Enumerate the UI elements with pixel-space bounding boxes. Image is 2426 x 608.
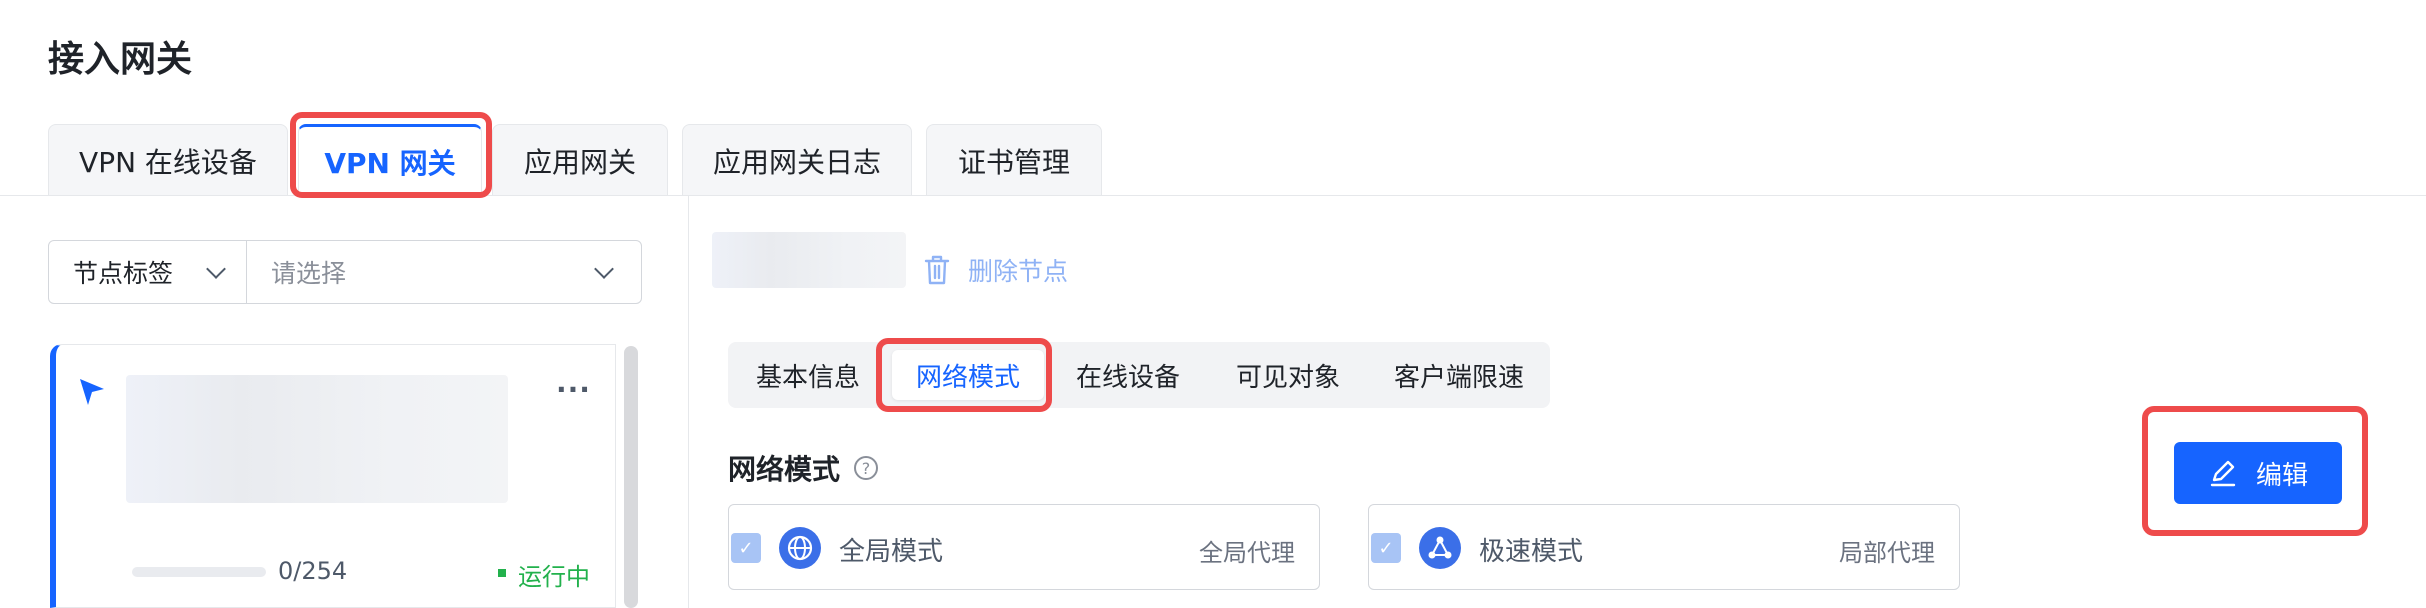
trash-icon <box>924 255 950 285</box>
mode-tag: 局部代理 <box>1839 539 1935 567</box>
help-icon[interactable]: ? <box>854 456 879 480</box>
tab-basic-info[interactable]: 基本信息 <box>736 342 880 408</box>
mode-card-fast[interactable]: ✓ 极速模式 局部代理 <box>1368 504 1960 590</box>
tag-value-placeholder: 请选择 <box>271 259 347 288</box>
tab-app-gateway-log[interactable]: 应用网关日志 <box>682 124 912 196</box>
mode-tag: 全局代理 <box>1199 539 1295 567</box>
node-title-redacted <box>712 232 906 288</box>
chevron-down-icon <box>594 259 614 279</box>
mode-card-global[interactable]: ✓ 全局模式 全局代理 <box>728 504 1320 590</box>
section-title-label: 网络模式 <box>728 453 841 486</box>
node-usage-bar <box>132 567 266 577</box>
mode-label: 极速模式 <box>1479 537 1584 567</box>
tab-certificate-management[interactable]: 证书管理 <box>926 124 1102 196</box>
highlight-edit-button <box>2142 406 2368 536</box>
checkbox-checked-icon[interactable]: ✓ <box>1371 533 1401 563</box>
mode-label: 全局模式 <box>839 537 944 567</box>
tab-visible-objects[interactable]: 可见对象 <box>1214 342 1362 408</box>
node-arrow-icon <box>80 379 104 405</box>
status-badge: 运行中 <box>518 563 590 591</box>
panel-divider <box>688 196 689 608</box>
delete-node-label: 删除节点 <box>968 257 1069 286</box>
checkbox-checked-icon[interactable]: ✓ <box>731 533 761 563</box>
chevron-down-icon <box>206 259 226 279</box>
delete-node-button[interactable]: 删除节点 <box>924 250 1068 290</box>
share-nodes-icon <box>1419 527 1461 569</box>
tab-vpn-online-devices[interactable]: VPN 在线设备 <box>48 124 288 196</box>
node-name-redacted <box>126 375 508 503</box>
page-title: 接入网关 <box>48 39 193 80</box>
tag-value-select[interactable]: 请选择 <box>247 241 641 303</box>
scrollbar[interactable] <box>624 346 638 608</box>
node-card[interactable]: ··· 0/254 运行中 <box>50 344 616 608</box>
highlight-network-mode-tab <box>876 338 1052 412</box>
tag-key-select[interactable]: 节点标签 <box>49 241 247 303</box>
node-tag-filter[interactable]: 节点标签 请选择 <box>48 240 642 304</box>
highlight-vpn-gateway-tab <box>290 112 492 198</box>
tag-key-label: 节点标签 <box>73 259 174 288</box>
globe-icon <box>779 527 821 569</box>
tab-client-rate-limit[interactable]: 客户端限速 <box>1376 342 1542 408</box>
node-usage-count: 0/254 <box>278 557 348 585</box>
tab-online-devices[interactable]: 在线设备 <box>1058 342 1198 408</box>
tab-app-gateway[interactable]: 应用网关 <box>492 124 668 196</box>
more-icon[interactable]: ··· <box>556 373 591 406</box>
detail-tabs: 基本信息 网络模式 在线设备 可见对象 客户端限速 <box>728 342 1550 408</box>
section-title: 网络模式 ? <box>728 448 879 488</box>
status-dot <box>498 569 506 577</box>
